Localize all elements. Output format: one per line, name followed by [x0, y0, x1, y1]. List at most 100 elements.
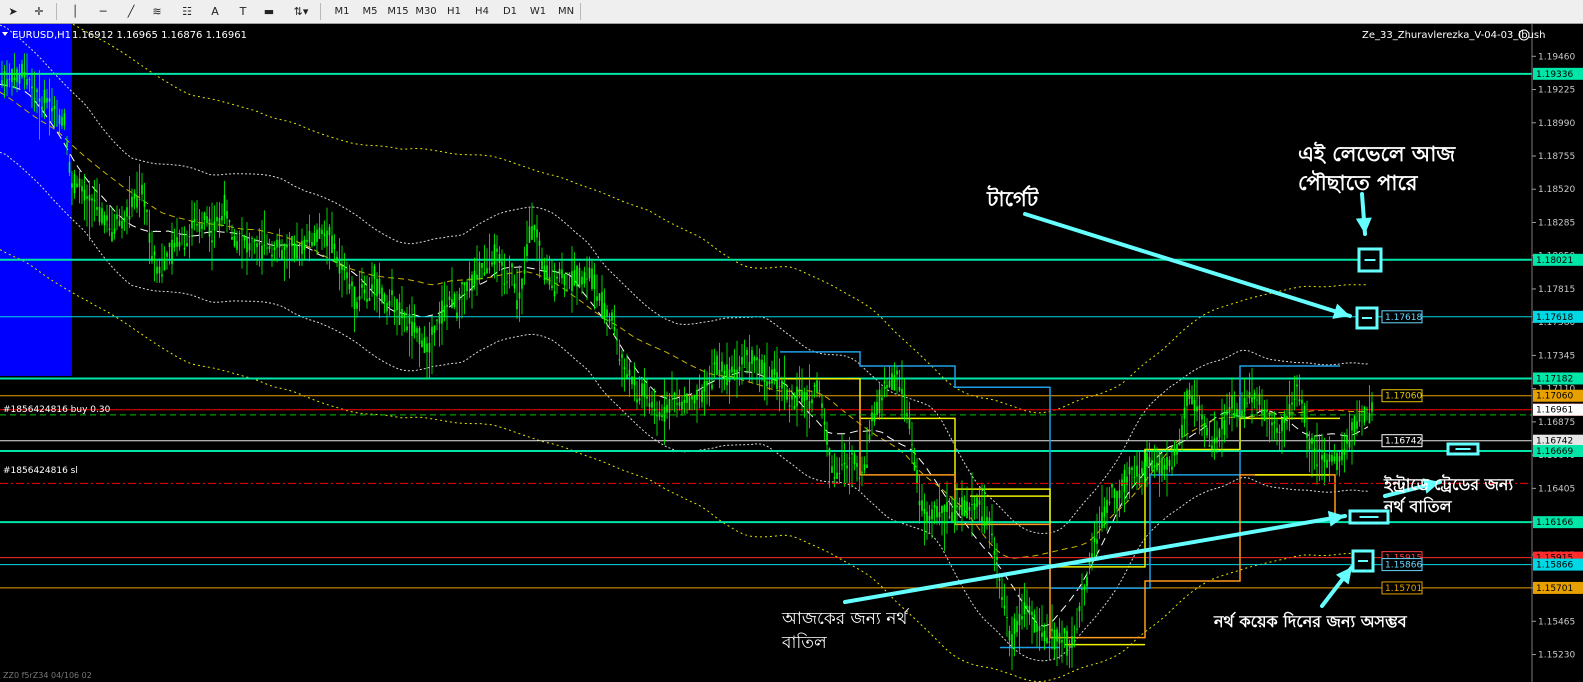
candle-body	[321, 229, 323, 235]
candle-body	[148, 232, 151, 243]
candle	[938, 483, 941, 526]
candle-body	[861, 471, 863, 474]
candle	[356, 296, 358, 318]
candle	[873, 401, 876, 426]
crosshair-icon[interactable]: ✛	[28, 2, 50, 21]
candle	[1071, 616, 1073, 668]
candle-body	[871, 412, 873, 422]
candle	[438, 301, 441, 347]
candle	[611, 309, 613, 329]
candle-body	[793, 405, 796, 409]
timeframe-m30[interactable]: M30	[413, 2, 439, 21]
text-label-icon[interactable]: T	[232, 2, 254, 21]
candle-body	[176, 237, 178, 247]
candle-body	[6, 79, 8, 87]
candle-body	[303, 239, 306, 250]
candle	[541, 247, 543, 272]
candle	[133, 189, 136, 210]
text-icon[interactable]: A	[204, 2, 226, 21]
candle	[731, 355, 733, 379]
candle-body	[421, 340, 423, 348]
candle	[1106, 487, 1108, 532]
chart-window[interactable]: 1.19460 1.19225 1.18990 1.18755 1.18520 1.182…	[0, 24, 1583, 682]
candle-body	[173, 242, 176, 248]
candle-body	[1103, 506, 1106, 517]
candle-body	[348, 283, 351, 290]
candle-body	[836, 472, 838, 480]
candle-body	[1116, 490, 1118, 509]
timeframe-d1[interactable]: D1	[497, 2, 523, 21]
candle	[276, 233, 278, 263]
timeframe-m1[interactable]: M1	[329, 2, 355, 21]
candle	[431, 315, 433, 375]
candle-body	[308, 230, 311, 243]
candle-body	[756, 357, 758, 361]
cursor-icon[interactable]: ➤	[2, 2, 24, 21]
candle	[1193, 379, 1196, 427]
candle	[1283, 410, 1286, 448]
timeframe-mn[interactable]: MN	[553, 2, 579, 21]
candle	[476, 245, 478, 296]
candle-body	[443, 305, 446, 317]
candle	[413, 304, 416, 339]
candle-body	[671, 396, 673, 398]
candle-body	[88, 195, 91, 201]
candle-body	[151, 255, 153, 262]
candle-body	[1183, 407, 1186, 419]
timeframe-h4[interactable]: H4	[469, 2, 495, 21]
timeframe-w1[interactable]: W1	[525, 2, 551, 21]
candle-body	[1351, 422, 1353, 431]
candle-body	[58, 115, 61, 125]
candle-body	[1153, 465, 1156, 468]
fibonacci-fan-icon[interactable]: ≋	[146, 2, 168, 21]
candle-body	[1243, 397, 1246, 412]
fibonacci-retracement-icon[interactable]: ☷	[176, 2, 198, 21]
candle-body	[801, 390, 803, 403]
candle-body	[601, 291, 603, 319]
candle-body	[736, 369, 738, 378]
candle-body	[1218, 429, 1221, 438]
candle	[936, 498, 938, 525]
candle-body	[38, 98, 41, 102]
horizontal-line-icon[interactable]: ─	[92, 2, 114, 21]
candle-body	[958, 506, 961, 511]
candle	[1003, 583, 1006, 616]
candle-body	[1241, 410, 1243, 417]
candle-body	[1081, 588, 1083, 590]
candle	[776, 346, 778, 401]
candle-body	[1286, 415, 1288, 419]
candle	[718, 342, 721, 389]
candle	[1168, 456, 1171, 473]
candle-body	[368, 297, 371, 301]
candle	[208, 206, 211, 252]
candle-body	[51, 107, 53, 112]
timeframe-h1[interactable]: H1	[441, 2, 467, 21]
candle-body	[1068, 645, 1071, 647]
price-chart[interactable]: 1.19460 1.19225 1.18990 1.18755 1.18520 1.182…	[0, 24, 1583, 682]
candle-body	[1083, 585, 1086, 590]
timeframe-m5[interactable]: M5	[357, 2, 383, 21]
vertical-line-icon[interactable]: │	[64, 2, 86, 21]
candle-body	[1336, 453, 1338, 471]
trendline-icon[interactable]: ╱	[120, 2, 142, 21]
candle-body	[361, 284, 363, 288]
candle-body	[1291, 402, 1293, 405]
candle-body	[1158, 450, 1161, 474]
candle	[853, 450, 856, 471]
rectangle-icon[interactable]: ▬	[258, 2, 280, 21]
candle-body	[208, 218, 211, 237]
candle	[511, 262, 513, 287]
candle	[1038, 608, 1041, 651]
candle-body	[456, 312, 458, 319]
candle-body	[181, 234, 183, 236]
candle	[976, 493, 978, 519]
candle	[553, 262, 556, 302]
shapes-dropdown-icon[interactable]: ⇅▾	[286, 2, 316, 21]
candle	[293, 235, 296, 263]
timeframe-m15[interactable]: M15	[385, 2, 411, 21]
price-axis-label: 1.15465	[1538, 617, 1575, 627]
candle-body	[1011, 634, 1013, 647]
candle	[226, 199, 228, 233]
candle-body	[948, 516, 951, 518]
candle	[811, 390, 813, 413]
